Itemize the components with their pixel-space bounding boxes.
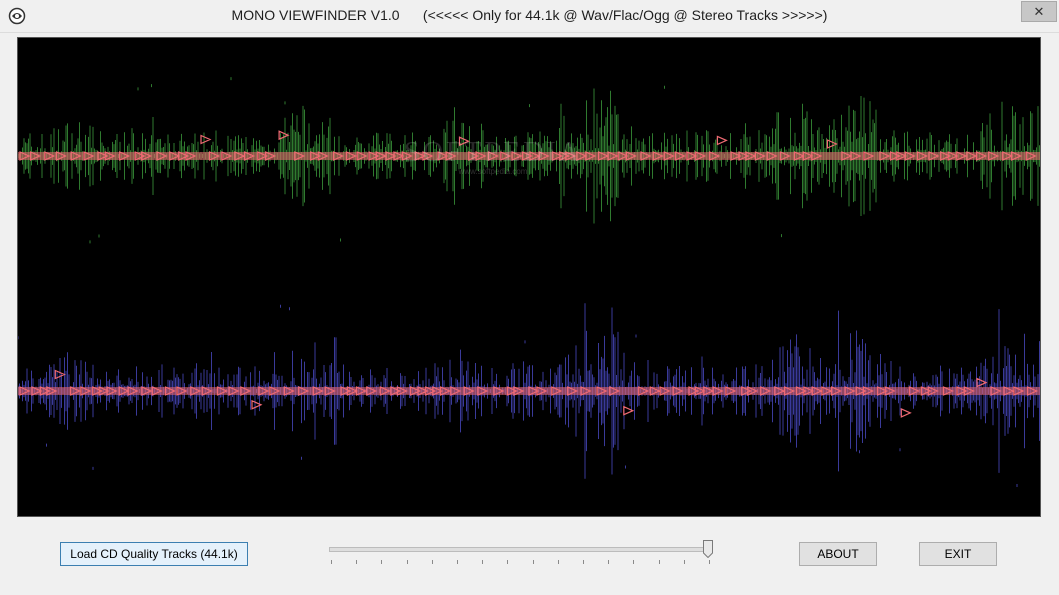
slider-tick bbox=[658, 560, 660, 564]
about-label: ABOUT bbox=[817, 547, 859, 561]
slider-ticks bbox=[331, 560, 710, 566]
slider-tick bbox=[381, 560, 383, 564]
slider-tick bbox=[457, 560, 458, 564]
slider-tick bbox=[356, 560, 358, 564]
position-slider[interactable] bbox=[327, 538, 717, 572]
close-button[interactable]: ✕ bbox=[1021, 1, 1057, 22]
about-button[interactable]: ABOUT bbox=[799, 542, 877, 566]
title-bar: MONO VIEWFINDER V1.0 (<<<<< Only for 44.… bbox=[0, 0, 1059, 33]
load-tracks-button[interactable]: Load CD Quality Tracks (44.1k) bbox=[60, 542, 248, 566]
exit-button[interactable]: EXIT bbox=[919, 542, 997, 566]
slider-tick bbox=[507, 560, 509, 564]
slider-tick bbox=[431, 560, 433, 564]
watermark-text: SOFTPEDIA bbox=[404, 137, 582, 168]
slider-tick bbox=[583, 560, 584, 564]
slider-tick bbox=[608, 560, 610, 564]
slider-track bbox=[329, 547, 711, 552]
slider-tick bbox=[557, 560, 559, 564]
slider-tick bbox=[683, 560, 685, 564]
slider-tick bbox=[482, 560, 484, 564]
exit-label: EXIT bbox=[944, 547, 972, 561]
slider-tick bbox=[331, 560, 332, 564]
waveform-display: SOFTPEDIA www.softpedia.com bbox=[17, 37, 1041, 517]
window-title: MONO VIEWFINDER V1.0 (<<<<< Only for 44.… bbox=[231, 7, 828, 23]
right-channel bbox=[18, 303, 1040, 487]
close-icon: ✕ bbox=[1033, 3, 1045, 19]
load-tracks-label: Load CD Quality Tracks (44.1k) bbox=[70, 547, 238, 561]
slider-tick bbox=[532, 560, 534, 564]
slider-tick bbox=[709, 560, 710, 564]
slider-tick bbox=[406, 560, 408, 564]
waveform-canvas: SOFTPEDIA www.softpedia.com bbox=[18, 77, 1040, 487]
slider-tick bbox=[633, 560, 635, 564]
watermark-subtext: www.softpedia.com bbox=[458, 167, 528, 176]
slider-thumb[interactable] bbox=[703, 540, 713, 558]
